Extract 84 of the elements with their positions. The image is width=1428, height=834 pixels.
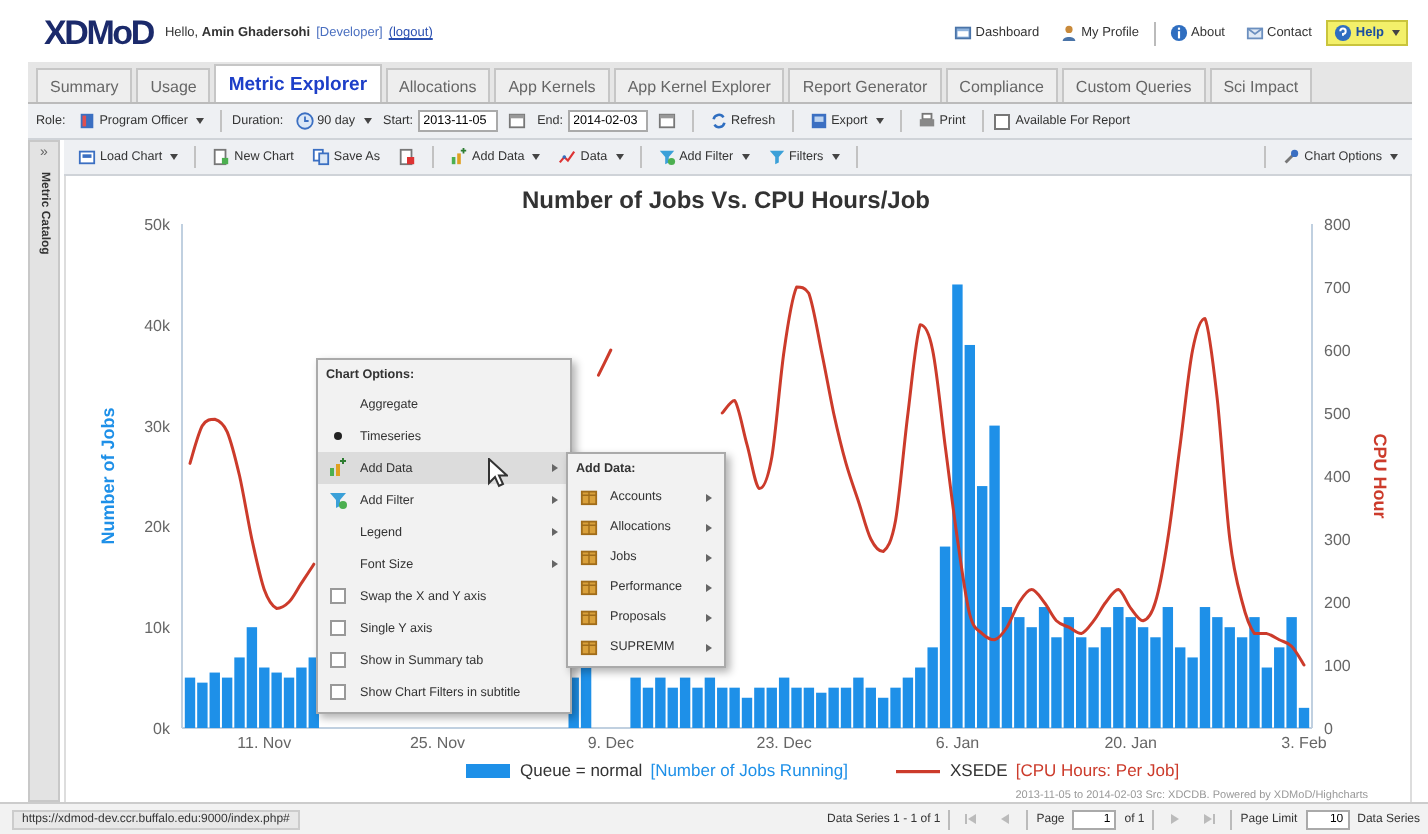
axis-tick-label: 800 [1324, 216, 1351, 234]
legend-label[interactable]: XSEDE [CPU Hours: Per Job] [950, 760, 1180, 780]
axis-tick-label: 20. Jan [1104, 734, 1157, 752]
tab[interactable]: Report Generator [788, 68, 942, 102]
info-icon [1169, 24, 1187, 42]
submenu-arrow-icon [552, 464, 558, 472]
axis-tick-label: 0k [153, 720, 170, 738]
tab[interactable]: Compliance [945, 68, 1058, 102]
submenu-arrow-icon [706, 493, 712, 501]
refresh-icon [709, 112, 728, 130]
folder-icon [78, 148, 96, 166]
axis-tick-label: 6. Jan [935, 734, 980, 752]
calendar-icon [657, 112, 676, 130]
box-icon [579, 518, 597, 536]
documents-icon [311, 148, 330, 166]
axis-tick-label: 25. Nov [410, 734, 466, 752]
submenu-arrow-icon [552, 496, 558, 504]
axis-tick-label: 23. Dec [756, 734, 812, 752]
tab[interactable]: Custom Queries [1061, 68, 1206, 102]
next-page-icon [1168, 812, 1183, 826]
chart-title: Number of Jobs Vs. CPU Hours/Job [521, 186, 931, 214]
filter-icon [767, 148, 786, 166]
export-icon [809, 112, 828, 130]
cursor-icon [488, 458, 508, 488]
wrench-icon [1282, 148, 1301, 166]
legend-label[interactable]: Queue = normal [Number of Jobs Running] [520, 760, 848, 780]
last-page-icon [1202, 812, 1217, 826]
box-icon [579, 608, 597, 626]
axis-tick-label: 9. Dec [587, 734, 634, 752]
axis-title: CPU Hour [1370, 433, 1390, 519]
axis-tick-label: 10k [144, 619, 170, 638]
tab[interactable]: Allocations [385, 68, 491, 102]
tab[interactable]: Sci Impact [1209, 68, 1313, 102]
axis-title: Number of Jobs [98, 407, 118, 545]
axis-tick-label: 300 [1324, 531, 1351, 549]
calendar-icon [507, 112, 526, 130]
box-icon [579, 578, 597, 596]
axis-tick-label: 50k [144, 216, 170, 234]
axis-tick-label: 600 [1324, 342, 1351, 360]
window-icon [953, 24, 972, 42]
submenu-arrow-icon [706, 613, 712, 621]
tab[interactable]: Usage [136, 68, 211, 102]
tab[interactable]: App Kernels [494, 68, 610, 102]
submenu-arrow-icon [706, 583, 712, 591]
axis-tick-label: 3. Feb [1281, 734, 1327, 752]
add-filter-icon [328, 490, 348, 510]
axis-tick-label: 11. Nov [237, 734, 292, 752]
submenu-arrow-icon [706, 523, 712, 531]
box-icon [579, 548, 597, 566]
line-chart-icon [558, 148, 577, 166]
previous-page-icon [998, 812, 1013, 826]
axis-tick-label: 40k [144, 316, 170, 335]
submenu-arrow-icon [552, 560, 558, 568]
axis-tick-label: 100 [1324, 657, 1351, 675]
tab[interactable]: App Kernel Explorer [613, 68, 785, 102]
axis-tick-label: 20k [144, 518, 170, 537]
add-chart-icon [328, 458, 348, 478]
delete-document-icon [398, 148, 417, 166]
axis-tick-label: 200 [1324, 594, 1351, 612]
box-icon [579, 638, 597, 656]
axis-tick-label: 0 [1324, 720, 1333, 738]
tab[interactable]: Metric Explorer [214, 64, 382, 102]
submenu-arrow-icon [706, 643, 712, 651]
first-page-icon [964, 812, 979, 826]
axis-tick-label: 400 [1324, 468, 1351, 486]
envelope-icon [1245, 24, 1263, 42]
box-icon [579, 488, 597, 506]
axis-tick-label: 500 [1324, 405, 1351, 423]
axis-tick-label: 30k [144, 417, 170, 436]
logo: XDMoD [44, 13, 153, 53]
add-filter-icon [657, 148, 676, 166]
submenu-arrow-icon [552, 528, 558, 536]
printer-icon [917, 112, 936, 130]
clock-icon [295, 112, 314, 130]
axis-tick-label: 700 [1324, 279, 1351, 297]
person-icon [1059, 24, 1078, 42]
help-icon [1333, 24, 1352, 42]
tab[interactable]: Summary [36, 68, 133, 102]
new-document-icon [212, 148, 231, 166]
monitor-icon [77, 112, 96, 130]
submenu-arrow-icon [706, 553, 712, 561]
legend-label: XSEDE [950, 760, 1009, 780]
legend-label: Queue = normal [520, 760, 643, 780]
add-chart-icon [450, 148, 469, 166]
